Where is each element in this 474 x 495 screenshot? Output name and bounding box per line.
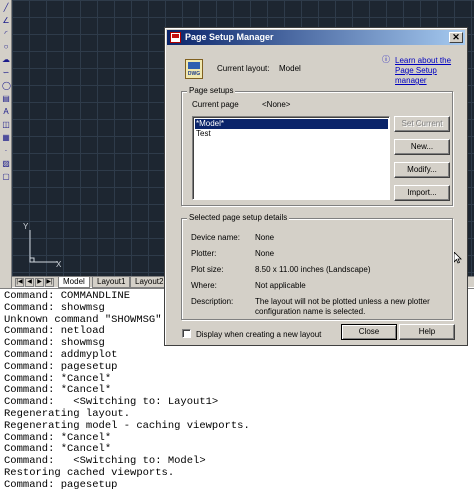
prev-tab-icon[interactable]: ◀ [25, 278, 34, 287]
next-tab-icon[interactable]: ▶ [35, 278, 44, 287]
region-icon[interactable]: ▢ [2, 173, 10, 181]
learn-about-link[interactable]: Learn about the Page Setup manager [395, 56, 467, 86]
setup-details-legend: Selected page setup details [187, 213, 290, 222]
current-layout-label: Current layout: [217, 64, 270, 73]
device-name-label: Device name: [191, 233, 240, 242]
plot-size-label: Plot size: [191, 265, 224, 274]
page-setups-group: Page setups Current page <None> *Model* … [181, 86, 453, 206]
command-line: Command: pagesetup [4, 360, 118, 373]
circle-icon[interactable]: ○ [2, 43, 10, 51]
table-icon[interactable]: ▦ [2, 134, 10, 142]
mouse-cursor-icon [454, 252, 462, 264]
command-line: Command: pagesetup [4, 478, 118, 491]
info-icon: ⓘ [382, 55, 390, 64]
tab-model[interactable]: Model [58, 277, 90, 288]
plot-size-value: 8.50 x 11.00 inches (Landscape) [255, 265, 371, 274]
dwg-file-icon: DWG [185, 59, 203, 79]
display-on-new-layout-label: Display when creating a new layout [196, 330, 322, 339]
ellipse-icon[interactable]: ◯ [2, 82, 11, 90]
text-icon[interactable]: A [2, 108, 10, 116]
revcloud-icon[interactable]: ☁ [2, 56, 10, 64]
set-current-button[interactable]: Set Current [394, 116, 450, 132]
setup-details-group: Selected page setup details Device name:… [181, 213, 453, 320]
tab-layout2[interactable]: Layout2 [130, 277, 169, 288]
spline-icon[interactable]: ∽ [2, 69, 10, 77]
new-button[interactable]: New... [394, 139, 450, 155]
command-line: Command: addmyplot [4, 348, 118, 361]
current-layout-value: Model [279, 64, 301, 73]
gradient-icon[interactable]: ▨ [2, 160, 10, 168]
ucs-x-label: X [56, 260, 62, 269]
draw-toolbar: ╱ ∠ ◜ ○ ☁ ∽ ◯ ▤ A ◫ ▦ · ▨ ▢ [0, 0, 12, 288]
dialog-title: Page Setup Manager [185, 32, 274, 42]
display-on-new-layout-checkbox[interactable] [182, 329, 191, 338]
tab-layout1[interactable]: Layout1 [92, 277, 131, 288]
line-icon[interactable]: ╱ [2, 4, 10, 12]
description-value: The layout will not be plotted unless a … [255, 297, 430, 316]
close-icon[interactable]: ✕ [449, 32, 463, 43]
command-line: Regenerating layout. [4, 407, 131, 420]
autocad-app-icon [170, 32, 181, 43]
plotter-label: Plotter: [191, 249, 217, 258]
current-page-label: Current page [192, 100, 239, 109]
modify-button[interactable]: Modify... [394, 162, 450, 178]
polyline-icon[interactable]: ∠ [2, 17, 10, 25]
first-tab-icon[interactable]: |◀ [15, 278, 24, 287]
current-page-value: <None> [262, 100, 291, 109]
point-icon[interactable]: · [2, 147, 10, 155]
list-item[interactable]: *Model* [195, 119, 388, 129]
dialog-title-bar[interactable]: Page Setup Manager ✕ [167, 30, 465, 45]
help-button[interactable]: Help [399, 324, 455, 340]
plotter-value: None [255, 249, 275, 258]
command-line: Restoring cached viewports. [4, 466, 175, 479]
page-setups-list[interactable]: *Model* Test [192, 116, 390, 200]
where-value: Not applicable [255, 281, 306, 290]
last-tab-icon[interactable]: ▶| [45, 278, 54, 287]
device-name-value: None [255, 233, 275, 242]
arc-icon[interactable]: ◜ [2, 30, 10, 38]
insert-block-icon[interactable]: ◫ [2, 121, 10, 129]
hatch-icon[interactable]: ▤ [2, 95, 10, 103]
description-label: Description: [191, 297, 234, 306]
command-line: Regenerating model - caching viewports. [4, 419, 250, 432]
list-item[interactable]: Test [195, 129, 212, 139]
where-label: Where: [191, 281, 217, 290]
ucs-y-label: Y [23, 222, 29, 231]
close-button[interactable]: Close [341, 324, 397, 340]
import-button[interactable]: Import... [394, 185, 450, 201]
page-setups-legend: Page setups [187, 86, 236, 95]
page-setup-manager-dialog: Page Setup Manager ✕ DWG Current layout:… [164, 27, 468, 346]
